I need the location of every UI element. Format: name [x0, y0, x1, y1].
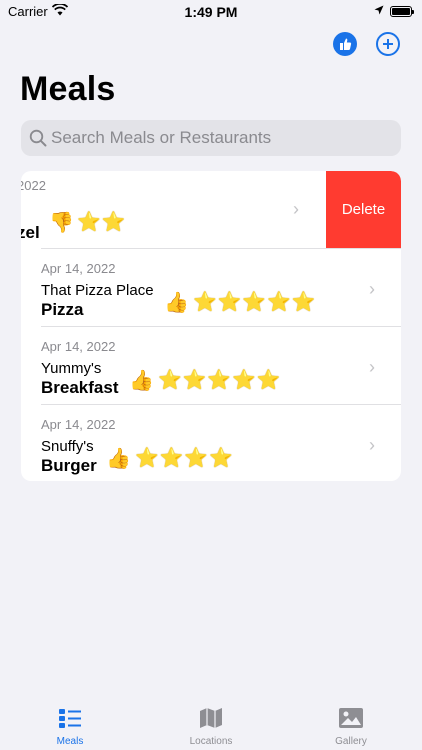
meal-list: 2022 zel 👎 ⭐⭐ › Delete Apr 14, 2022 That…	[21, 171, 401, 481]
restaurant-name: That Pizza Place	[41, 282, 154, 299]
map-icon	[200, 708, 222, 728]
meal-row[interactable]: Apr 14, 2022 Snuffy's Burger 👍 ⭐⭐⭐⭐ ›	[21, 405, 401, 481]
meal-date: Apr 14, 2022	[41, 261, 116, 276]
meal-row-swiped[interactable]: 2022 zel 👎 ⭐⭐ › Delete	[21, 171, 401, 248]
location-arrow-icon	[374, 5, 384, 15]
star-rating: ⭐⭐	[77, 212, 127, 233]
chevron-right-icon: ›	[369, 279, 375, 299]
clock: 1:49 PM	[184, 4, 238, 20]
meal-name: Pizza	[41, 300, 84, 319]
tab-label: Locations	[189, 736, 233, 747]
thumbs-up-icon	[340, 38, 352, 50]
meal-row[interactable]: Apr 14, 2022 Yummy's Breakfast 👍 ⭐⭐⭐⭐⭐ ›	[21, 327, 401, 404]
photo-icon	[339, 708, 363, 728]
star-rating: ⭐⭐⭐⭐	[135, 448, 234, 469]
thumbs-down-icon: 👎	[49, 212, 74, 234]
meal-name: Breakfast	[41, 378, 119, 397]
search-bar[interactable]	[21, 120, 401, 156]
tab-label: Gallery	[335, 736, 367, 747]
meal-date: Apr 14, 2022	[41, 339, 116, 354]
meal-name: Burger	[41, 456, 97, 475]
thumbs-up-icon: 👍	[129, 370, 154, 392]
add-meal-button[interactable]	[376, 32, 400, 56]
meal-date: Apr 14, 2022	[41, 417, 116, 432]
tab-bar: Meals Locations Gallery	[0, 700, 422, 750]
battery-icon	[390, 6, 414, 17]
chevron-right-icon: ›	[369, 357, 375, 377]
tab-gallery[interactable]: Gallery	[301, 706, 401, 747]
search-icon	[29, 129, 47, 147]
chevron-right-icon: ›	[369, 435, 375, 455]
list-icon	[59, 709, 81, 728]
favorites-button[interactable]	[333, 32, 357, 56]
meal-row[interactable]: Apr 14, 2022 That Pizza Place Pizza 👍 ⭐⭐…	[21, 249, 401, 326]
star-rating: ⭐⭐⭐⭐⭐	[158, 370, 282, 391]
status-bar: Carrier 1:49 PM	[0, 0, 422, 24]
chevron-right-icon: ›	[293, 199, 299, 219]
tab-meals[interactable]: Meals	[20, 706, 120, 747]
delete-button[interactable]: Delete	[326, 171, 401, 248]
thumbs-up-icon: 👍	[164, 292, 189, 314]
restaurant-name: Snuffy's	[41, 438, 94, 455]
tab-label: Meals	[56, 736, 84, 747]
restaurant-name: Yummy's	[41, 360, 102, 377]
tab-locations[interactable]: Locations	[161, 706, 261, 747]
meal-date: 2022	[21, 178, 46, 193]
page-title: Meals	[20, 70, 116, 108]
thumbs-up-icon: 👍	[106, 448, 131, 470]
star-rating: ⭐⭐⭐⭐⭐	[193, 292, 317, 313]
search-input[interactable]	[51, 120, 391, 156]
meal-name: zel	[21, 223, 40, 242]
